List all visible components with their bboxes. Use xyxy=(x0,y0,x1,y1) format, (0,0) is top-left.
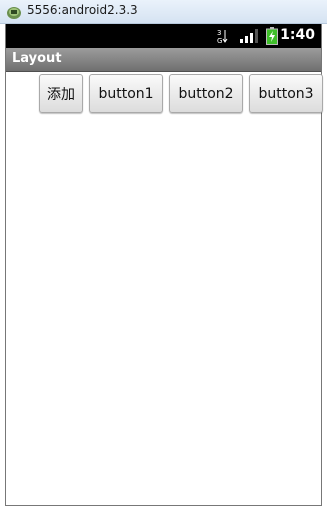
svg-text:G: G xyxy=(217,37,222,44)
emulator-window-titlebar: 5556:android2.3.3 xyxy=(0,0,327,24)
battery-charging-icon xyxy=(266,27,278,45)
layout-content: 添加 button1 button2 button3 xyxy=(6,72,323,505)
device-screen: 3 G 1:40 Layout 添加 button1 button2 butto… xyxy=(5,24,323,506)
app-title-bar: Layout xyxy=(6,48,321,72)
3g-icon: 3 G xyxy=(217,29,228,44)
button1[interactable]: button1 xyxy=(89,74,163,113)
add-button[interactable]: 添加 xyxy=(39,74,83,113)
button3[interactable]: button3 xyxy=(249,74,323,113)
svg-text:3: 3 xyxy=(217,29,221,37)
emulator-app-icon xyxy=(7,7,21,19)
status-clock: 1:40 xyxy=(280,27,315,43)
button2[interactable]: button2 xyxy=(169,74,243,113)
status-bar: 3 G 1:40 xyxy=(6,24,321,48)
emulator-window-title: 5556:android2.3.3 xyxy=(27,3,138,17)
app-title: Layout xyxy=(12,51,62,66)
signal-bars-icon xyxy=(240,29,258,43)
